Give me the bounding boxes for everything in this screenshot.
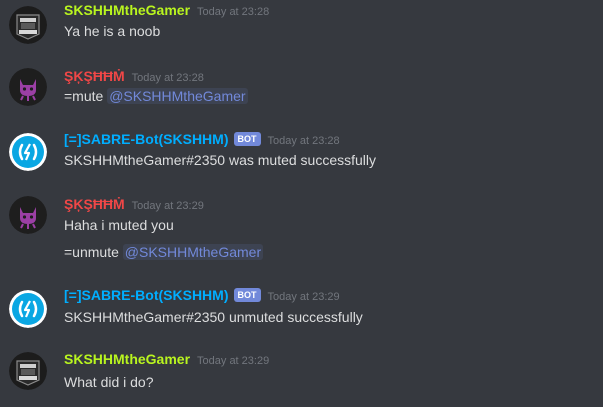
timestamp: Today at 23:29 xyxy=(267,291,340,303)
timestamp: Today at 23:29 xyxy=(131,200,204,212)
message-text: Haha i muted you xyxy=(64,217,174,233)
message-text: What did i do? xyxy=(64,374,154,390)
message-text: SKSHHMtheGamer#2350 was muted successful… xyxy=(64,152,377,168)
message-text: =unmute @SKSHHMtheGamer xyxy=(64,244,264,260)
bot-badge: BOT xyxy=(233,288,261,302)
username[interactable]: SKSHHMtheGamer xyxy=(64,2,190,18)
message-text: SKSHHMtheGamer#2350 unmuted successfully xyxy=(64,309,363,325)
user-mention[interactable]: @SKSHHMtheGamer xyxy=(107,88,248,104)
octocat-avatar-icon[interactable] xyxy=(9,196,47,234)
username[interactable]: [=]SABRE-Bot(SKSHHM) xyxy=(64,131,229,147)
message-text: Ya he is a noob xyxy=(64,23,161,39)
gamer-avatar-icon[interactable] xyxy=(9,352,47,390)
bot-avatar-icon[interactable] xyxy=(9,290,47,328)
gamer-avatar-icon[interactable] xyxy=(9,6,47,44)
bot-badge: BOT xyxy=(233,132,261,146)
timestamp: Today at 23:28 xyxy=(197,6,270,18)
timestamp: Today at 23:28 xyxy=(267,135,340,147)
chat-messages: SKSHHMtheGamer Today at 23:28 Ya he is a… xyxy=(0,0,603,407)
username[interactable]: ŞĶŞĦĦṀ xyxy=(64,68,125,84)
timestamp: Today at 23:29 xyxy=(197,355,270,367)
user-mention[interactable]: @SKSHHMtheGamer xyxy=(122,244,264,260)
username[interactable]: [=]SABRE-Bot(SKSHHM) xyxy=(64,287,229,303)
username[interactable]: SKSHHMtheGamer xyxy=(64,351,190,367)
username[interactable]: ŞĶŞĦĦṀ xyxy=(64,196,125,212)
bot-avatar-icon[interactable] xyxy=(9,133,47,171)
message-text: =mute @SKSHHMtheGamer xyxy=(64,88,248,104)
timestamp: Today at 23:28 xyxy=(131,72,204,84)
octocat-avatar-icon[interactable] xyxy=(9,68,47,106)
